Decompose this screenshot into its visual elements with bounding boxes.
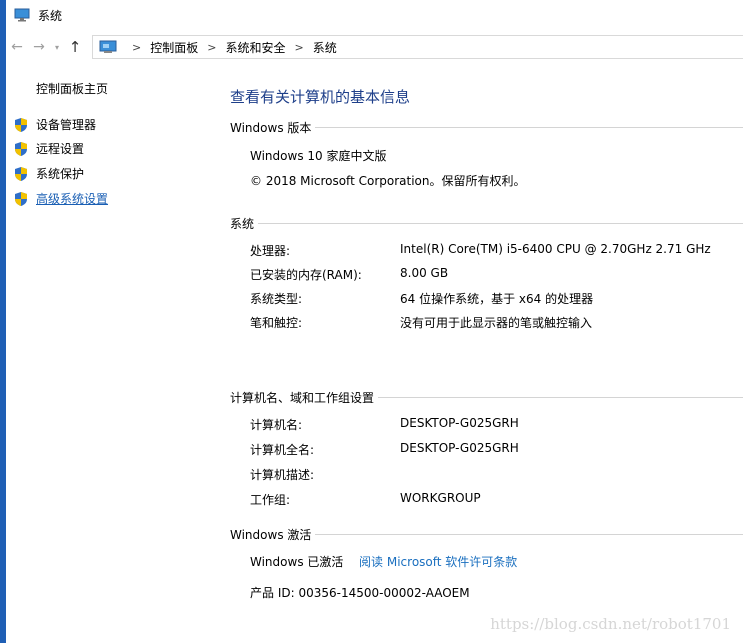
page-title: 查看有关计算机的基本信息 (230, 88, 411, 106)
edition-name: Windows 10 家庭中文版 (250, 149, 387, 163)
title-bar: 系统 (6, 0, 743, 30)
control-panel-icon (99, 40, 117, 54)
uac-shield-icon (15, 141, 27, 156)
breadcrumb-separator-icon: > (132, 40, 142, 54)
info-label: 笔和触控: (250, 316, 303, 330)
sidebar-item-label: 高级系统设置 (36, 192, 109, 206)
sidebar-item-label: 设备管理器 (36, 118, 97, 132)
breadcrumb-system[interactable]: 系统 (313, 39, 337, 56)
info-value: DESKTOP-G025GRH (400, 441, 519, 455)
sidebar-home-link[interactable]: 控制面板主页 (36, 80, 108, 97)
activation-status: Windows 已激活 (250, 555, 344, 569)
sidebar-item-system-protection[interactable]: 系统保护 (14, 165, 84, 182)
navigation-bar: ← → ▾ ↑ > 控制面板 > 系统和安全 > 系统 (6, 34, 743, 60)
license-terms-link[interactable]: 阅读 Microsoft 软件许可条款 (359, 555, 517, 569)
section-header-system: 系统 (230, 215, 743, 232)
section-divider (315, 127, 743, 128)
sidebar-item-device-manager[interactable]: 设备管理器 (14, 116, 96, 133)
copyright-text: © 2018 Microsoft Corporation。保留所有权利。 (250, 174, 526, 188)
info-label: 系统类型: (250, 292, 303, 306)
section-divider (258, 223, 743, 224)
activation-row: Windows 已激活 阅读 Microsoft 软件许可条款 (250, 553, 517, 570)
address-bar[interactable]: > 控制面板 > 系统和安全 > 系统 (92, 35, 743, 59)
info-row-system-type: 系统类型: 64 位操作系统，基于 x64 的处理器 (250, 290, 743, 307)
section-divider (378, 397, 743, 398)
breadcrumb-separator-icon: > (294, 40, 304, 54)
info-label: 计算机全名: (250, 443, 315, 457)
section-header-windows-edition: Windows 版本 (230, 119, 743, 136)
system-monitor-icon (14, 8, 30, 22)
back-arrow-icon[interactable]: ← (6, 36, 28, 58)
sidebar-item-remote-settings[interactable]: 远程设置 (14, 140, 84, 157)
uac-shield-icon (15, 166, 27, 181)
section-heading: Windows 激活 (230, 528, 312, 542)
up-arrow-icon[interactable]: ↑ (64, 36, 86, 58)
info-row-full-computer-name: 计算机全名: DESKTOP-G025GRH (250, 441, 743, 458)
uac-shield-icon (15, 117, 27, 132)
breadcrumb-system-and-security[interactable]: 系统和安全 (225, 39, 285, 56)
window-left-edge (0, 0, 6, 643)
info-row-workgroup: 工作组: WORKGROUP (250, 491, 743, 508)
info-row-processor: 处理器: Intel(R) Core(TM) i5-6400 CPU @ 2.7… (250, 242, 743, 259)
section-heading: 计算机名、域和工作组设置 (230, 391, 375, 405)
info-label: 计算机描述: (250, 468, 315, 482)
product-id: 产品 ID: 00356-14500-00002-AAOEM (250, 586, 470, 600)
info-label: 工作组: (250, 493, 291, 507)
section-divider (315, 534, 743, 535)
watermark-text: https://blog.csdn.net/robot1701 (490, 615, 731, 633)
recent-locations-chevron-icon[interactable]: ▾ (50, 36, 64, 58)
sidebar-item-label: 系统保护 (36, 167, 85, 181)
info-value: 64 位操作系统，基于 x64 的处理器 (400, 292, 594, 306)
info-row-pen-touch: 笔和触控: 没有可用于此显示器的笔或触控输入 (250, 314, 743, 331)
section-heading: Windows 版本 (230, 121, 312, 135)
forward-arrow-icon[interactable]: → (28, 36, 50, 58)
breadcrumb-separator-icon: > (207, 40, 217, 54)
window-title: 系统 (38, 8, 63, 23)
info-row-computer-description: 计算机描述: (250, 466, 743, 483)
info-value: 没有可用于此显示器的笔或触控输入 (400, 316, 593, 330)
info-row-ram: 已安装的内存(RAM): 8.00 GB (250, 266, 743, 283)
info-value: 8.00 GB (400, 266, 449, 280)
info-label: 已安装的内存(RAM): (250, 268, 362, 282)
section-header-computer-name: 计算机名、域和工作组设置 (230, 389, 743, 406)
breadcrumb-control-panel[interactable]: 控制面板 (150, 39, 198, 56)
uac-shield-icon (15, 191, 27, 206)
info-value: DESKTOP-G025GRH (400, 416, 519, 430)
info-label: 计算机名: (250, 418, 303, 432)
sidebar-item-advanced-system-settings[interactable]: 高级系统设置 (14, 190, 108, 207)
info-value: Intel(R) Core(TM) i5-6400 CPU @ 2.70GHz … (400, 242, 711, 256)
info-value: WORKGROUP (400, 491, 481, 505)
info-value (400, 466, 743, 483)
info-label: 处理器: (250, 244, 291, 258)
section-heading: 系统 (230, 217, 255, 231)
sidebar-item-label: 远程设置 (36, 142, 85, 156)
section-header-activation: Windows 激活 (230, 526, 743, 543)
info-row-computer-name: 计算机名: DESKTOP-G025GRH (250, 416, 743, 433)
